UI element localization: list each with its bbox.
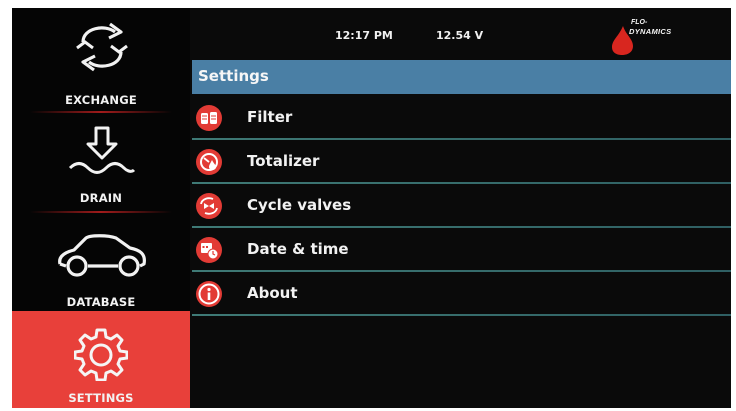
nav-database[interactable]: DATABASE	[12, 212, 190, 310]
filter-icon	[196, 105, 222, 131]
calendar-clock-icon	[196, 237, 222, 263]
settings-item-filter[interactable]: Filter	[192, 96, 731, 140]
settings-header: Settings	[192, 60, 731, 94]
settings-item-about[interactable]: About	[192, 272, 731, 316]
nav-database-label: DATABASE	[66, 295, 136, 309]
settings-item-totalizer[interactable]: Totalizer	[192, 140, 731, 184]
gear-icon	[74, 328, 128, 381]
drain-arrow-icon	[68, 126, 136, 174]
sidebar: EXCHANGE DRAIN DATABASE SETTINGS	[12, 8, 190, 408]
screen: EXCHANGE DRAIN DATABASE SETTINGS 12:17 P…	[12, 8, 731, 408]
car-icon	[58, 234, 146, 277]
brand-logo: FLO- DYNAMICS	[609, 18, 709, 60]
row-divider	[192, 314, 731, 316]
settings-item-cycle-valves[interactable]: Cycle valves	[192, 184, 731, 228]
nav-drain[interactable]: DRAIN	[12, 112, 190, 212]
settings-item-label: Cycle valves	[247, 196, 352, 214]
totalizer-gauge-icon	[196, 149, 222, 175]
brand-line2: DYNAMICS	[629, 27, 672, 36]
nav-exchange[interactable]: EXCHANGE	[12, 8, 190, 112]
settings-item-date-time[interactable]: Date & time	[192, 228, 731, 272]
info-icon	[196, 281, 222, 307]
settings-item-label: Totalizer	[247, 152, 320, 170]
exchange-arrows-icon	[76, 22, 128, 72]
nav-exchange-label: EXCHANGE	[65, 93, 137, 107]
status-bar: 12:17 PM 12.54 V FLO- DYNAMICS	[190, 8, 731, 60]
battery-voltage: 12.54 V	[436, 29, 484, 42]
device-bezel: EXCHANGE DRAIN DATABASE SETTINGS 12:17 P…	[0, 0, 736, 411]
settings-item-label: Date & time	[247, 240, 349, 258]
page-title: Settings	[198, 67, 269, 85]
settings-item-label: About	[247, 284, 298, 302]
brand-line1: FLO-	[631, 19, 648, 26]
nav-drain-label: DRAIN	[79, 191, 123, 205]
cycle-valves-icon	[196, 193, 222, 219]
nav-settings-label: SETTINGS	[68, 391, 134, 405]
clock: 12:17 PM	[335, 29, 393, 42]
settings-item-label: Filter	[247, 108, 293, 126]
nav-settings[interactable]: SETTINGS	[12, 311, 190, 408]
